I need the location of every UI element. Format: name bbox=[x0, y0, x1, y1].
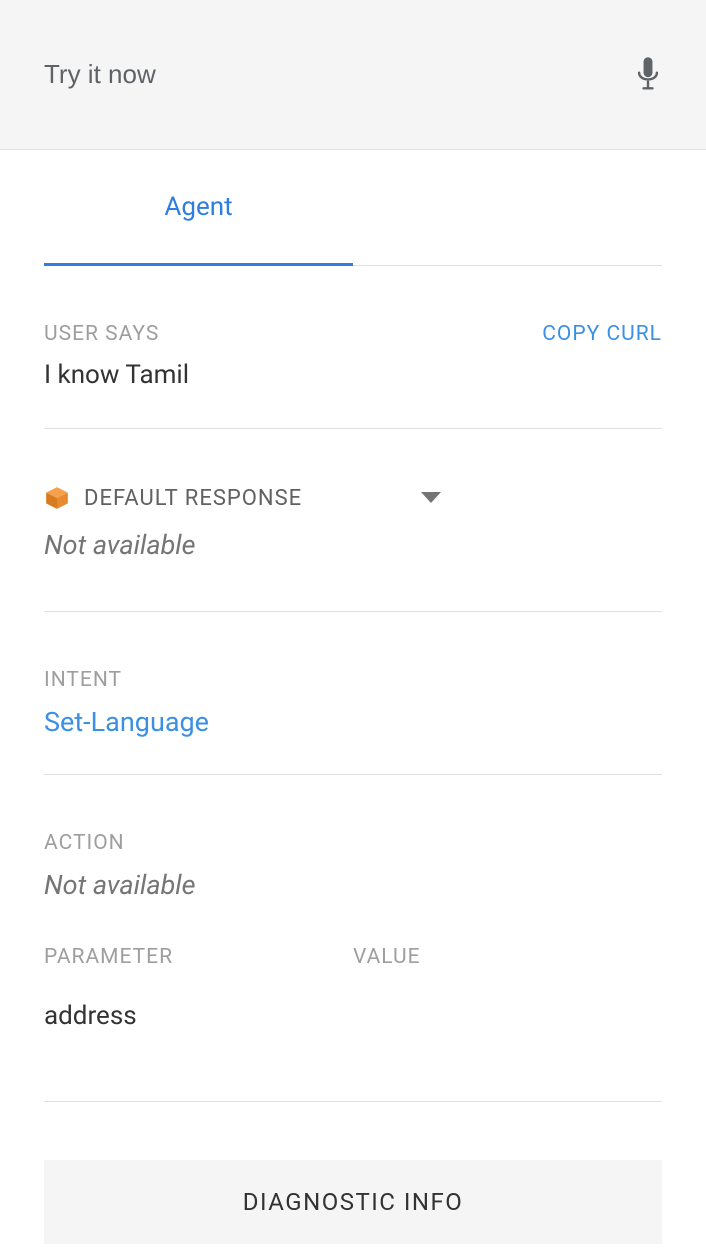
response-value: Not available bbox=[44, 529, 662, 571]
intent-label: INTENT bbox=[44, 668, 662, 692]
action-value: Not available bbox=[44, 869, 662, 911]
divider bbox=[44, 1101, 662, 1102]
chevron-down-icon bbox=[420, 491, 442, 505]
try-it-now-bar bbox=[0, 0, 706, 150]
user-says-section: USER SAYS COPY CURL I know Tamil bbox=[44, 266, 662, 429]
table-row: address bbox=[44, 1001, 662, 1031]
intent-section: INTENT Set-Language bbox=[44, 612, 662, 775]
intent-value-link[interactable]: Set-Language bbox=[44, 706, 662, 754]
value-cell bbox=[353, 1001, 662, 1031]
user-says-label: USER SAYS bbox=[44, 322, 159, 346]
tab-bar: Agent bbox=[44, 150, 662, 266]
action-label: ACTION bbox=[44, 831, 662, 855]
parameter-table: PARAMETER VALUE address bbox=[44, 945, 662, 1031]
response-section: DEFAULT RESPONSE Not available bbox=[44, 429, 662, 612]
try-it-now-input[interactable] bbox=[44, 59, 634, 90]
parameter-header: PARAMETER bbox=[44, 945, 353, 969]
value-header: VALUE bbox=[353, 945, 662, 969]
tab-agent-label: Agent bbox=[164, 192, 232, 222]
response-dropdown[interactable]: DEFAULT RESPONSE bbox=[44, 485, 662, 511]
microphone-icon[interactable] bbox=[634, 55, 662, 95]
cube-icon bbox=[44, 485, 70, 511]
tab-empty[interactable] bbox=[353, 150, 662, 265]
tab-agent[interactable]: Agent bbox=[44, 150, 353, 266]
diagnostic-info-button[interactable]: DIAGNOSTIC INFO bbox=[44, 1160, 662, 1244]
user-says-value: I know Tamil bbox=[44, 360, 662, 408]
copy-curl-link[interactable]: COPY CURL bbox=[542, 322, 662, 346]
parameter-cell: address bbox=[44, 1001, 353, 1031]
action-section: ACTION Not available PARAMETER VALUE add… bbox=[44, 775, 662, 1112]
response-title: DEFAULT RESPONSE bbox=[84, 486, 406, 511]
